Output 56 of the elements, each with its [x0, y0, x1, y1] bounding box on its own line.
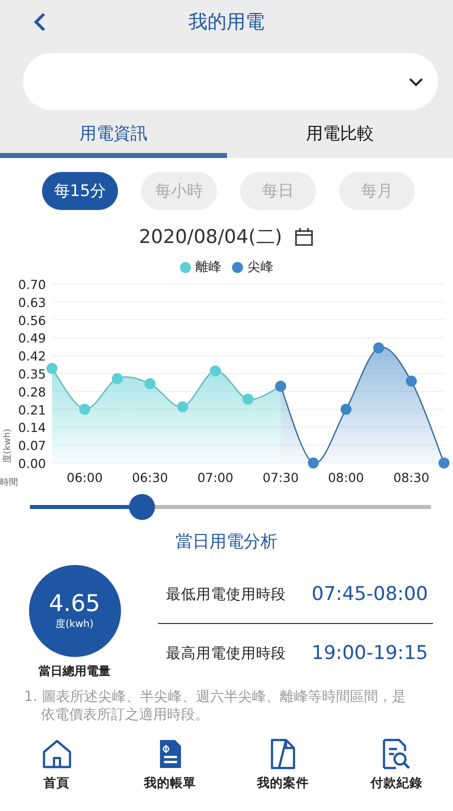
- x-tick-label: 07:30: [262, 470, 299, 485]
- calendar-icon[interactable]: [294, 227, 314, 247]
- period-label: 最高用電使用時段: [166, 644, 286, 662]
- data-point: [112, 373, 123, 384]
- y-tick-label: 0.14: [18, 420, 46, 436]
- x-tick-label: 08:30: [393, 470, 430, 485]
- data-point: [308, 458, 319, 468]
- data-point: [242, 394, 254, 405]
- data-point: [373, 342, 384, 354]
- document-search-icon: [380, 738, 412, 770]
- legend-label: 離峰: [196, 259, 222, 276]
- nav-item[interactable]: 我的案件: [238, 738, 328, 792]
- date-text: 2020/08/04(二): [138, 225, 282, 250]
- tab[interactable]: 用電比較: [226, 118, 453, 158]
- home-icon: [40, 738, 73, 770]
- period-value: 19:00-19:15: [312, 642, 428, 664]
- total-label: 當日總用電量: [38, 663, 110, 680]
- y-axis-label: 度(kwh): [3, 428, 13, 463]
- y-tick-label: 0.07: [18, 438, 46, 454]
- nav-item[interactable]: 付款紀錄: [351, 738, 442, 792]
- data-point: [210, 365, 221, 376]
- page-title: 我的用電: [188, 10, 264, 35]
- y-tick-label: 0.00: [18, 456, 46, 471]
- y-tick-label: 0.42: [18, 348, 46, 364]
- x-tick-label: 06:30: [132, 470, 168, 485]
- y-tick-label: 0.63: [18, 294, 46, 310]
- y-tick-label: 0.49: [18, 330, 46, 346]
- x-axis-label: 時間: [0, 478, 18, 488]
- data-point: [177, 401, 188, 412]
- chevron-down-icon: [408, 76, 424, 86]
- period-label: 最低用電使用時段: [166, 586, 286, 604]
- data-point: [438, 458, 450, 468]
- data-point: [46, 362, 58, 374]
- y-tick-label: 0.70: [18, 277, 46, 292]
- period-value: 07:45-08:00: [312, 583, 428, 605]
- x-tick-label: 08:00: [328, 470, 364, 485]
- total-unit: 度(kwh): [55, 618, 94, 631]
- legend-label: 尖峰: [248, 259, 274, 276]
- nav-item[interactable]: 我的帳單: [124, 738, 215, 792]
- data-point: [340, 404, 352, 415]
- x-tick-label: 06:00: [66, 470, 103, 485]
- data-point: [406, 376, 417, 387]
- section-title: 當日用電分析: [174, 531, 278, 553]
- data-point: [79, 404, 90, 415]
- y-tick-label: 0.28: [18, 384, 46, 400]
- slider-thumb[interactable]: [129, 494, 156, 520]
- total-value: 4.65: [48, 591, 100, 617]
- data-point: [144, 378, 156, 390]
- period-button[interactable]: 每15分: [42, 172, 118, 210]
- y-tick-label: 0.56: [18, 312, 46, 328]
- nav-item[interactable]: 首頁: [12, 738, 102, 792]
- y-tick-label: 0.35: [18, 366, 46, 382]
- footnote: 1. 圖表所述尖峰、半尖峰、週六半尖峰、離峰等時間區間，是依電價表所訂之適用時段。: [24, 688, 407, 724]
- tab[interactable]: 用電資訊: [0, 118, 226, 158]
- y-tick-label: 0.21: [18, 402, 46, 418]
- x-tick-label: 07:00: [197, 470, 234, 485]
